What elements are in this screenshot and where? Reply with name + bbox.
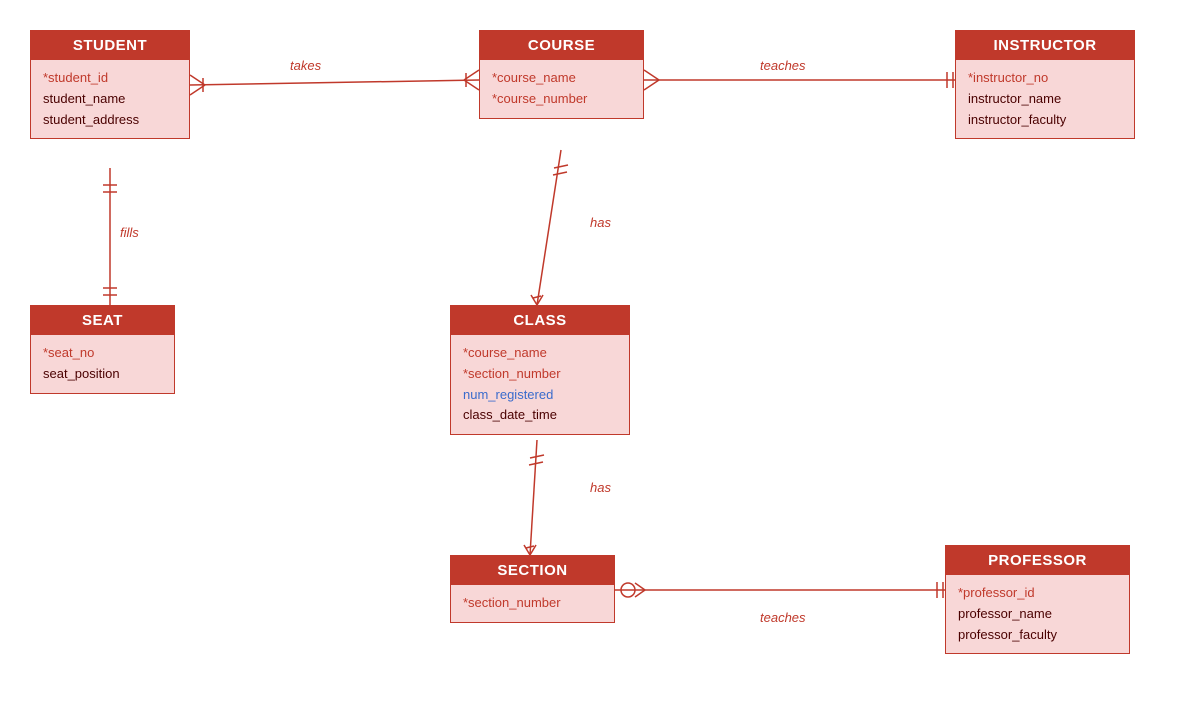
course-field-1: *course_name <box>492 68 631 89</box>
erd-diagram: STUDENT *student_id student_name student… <box>0 0 1201 724</box>
professor-field-2: professor_name <box>958 604 1117 625</box>
course-body: *course_name *course_number <box>480 60 643 118</box>
fills-label: fills <box>120 225 139 240</box>
student-entity: STUDENT *student_id student_name student… <box>30 30 190 139</box>
instructor-header: INSTRUCTOR <box>956 31 1134 60</box>
instructor-entity: INSTRUCTOR *instructor_no instructor_nam… <box>955 30 1135 139</box>
class-field-2: *section_number <box>463 364 617 385</box>
instructor-field-2: instructor_name <box>968 89 1122 110</box>
seat-field-2: seat_position <box>43 364 162 385</box>
professor-entity: PROFESSOR *professor_id professor_name p… <box>945 545 1130 654</box>
student-header: STUDENT <box>31 31 189 60</box>
section-field-1: *section_number <box>463 593 602 614</box>
class-body: *course_name *section_number num_registe… <box>451 335 629 434</box>
seat-entity: SEAT *seat_no seat_position <box>30 305 175 394</box>
section-entity: SECTION *section_number <box>450 555 615 623</box>
section-body: *section_number <box>451 585 614 622</box>
instructor-field-1: *instructor_no <box>968 68 1122 89</box>
instructor-field-3: instructor_faculty <box>968 110 1122 131</box>
student-field-3: student_address <box>43 110 177 131</box>
takes-label: takes <box>290 58 321 73</box>
course-header: COURSE <box>480 31 643 60</box>
class-field-4: class_date_time <box>463 405 617 426</box>
class-header: CLASS <box>451 306 629 335</box>
class-entity: CLASS *course_name *section_number num_r… <box>450 305 630 435</box>
course-field-2: *course_number <box>492 89 631 110</box>
seat-header: SEAT <box>31 306 174 335</box>
professor-field-3: professor_faculty <box>958 625 1117 646</box>
instructor-body: *instructor_no instructor_name instructo… <box>956 60 1134 138</box>
student-field-1: *student_id <box>43 68 177 89</box>
teaches-professor-label: teaches <box>760 610 806 625</box>
professor-header: PROFESSOR <box>946 546 1129 575</box>
seat-body: *seat_no seat_position <box>31 335 174 393</box>
class-field-1: *course_name <box>463 343 617 364</box>
has-section-label: has <box>590 480 611 495</box>
course-entity: COURSE *course_name *course_number <box>479 30 644 119</box>
professor-field-1: *professor_id <box>958 583 1117 604</box>
class-field-3: num_registered <box>463 385 617 406</box>
student-field-2: student_name <box>43 89 177 110</box>
teaches-instructor-label: teaches <box>760 58 806 73</box>
seat-field-1: *seat_no <box>43 343 162 364</box>
has-class-label: has <box>590 215 611 230</box>
section-header: SECTION <box>451 556 614 585</box>
professor-body: *professor_id professor_name professor_f… <box>946 575 1129 653</box>
student-body: *student_id student_name student_address <box>31 60 189 138</box>
